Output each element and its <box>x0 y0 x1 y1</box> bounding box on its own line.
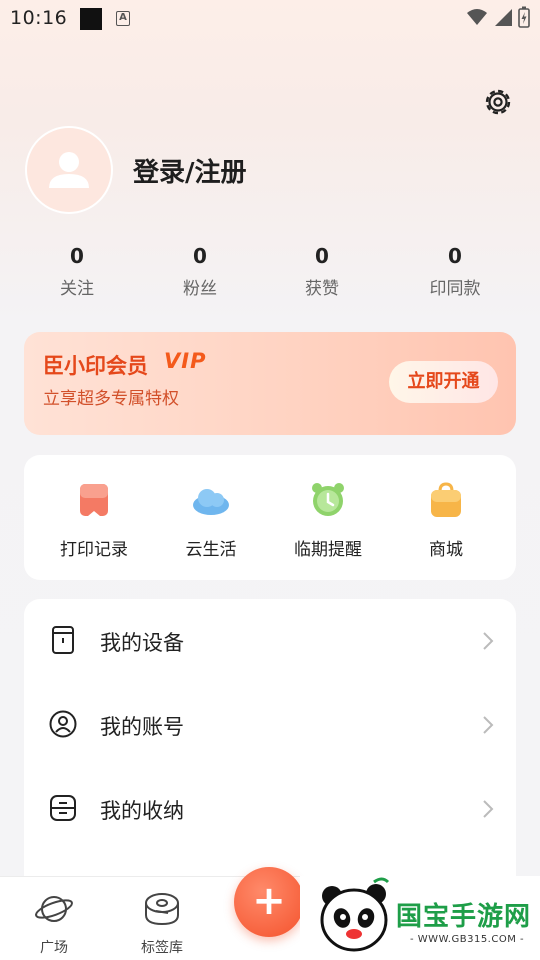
menu-item-my-storage[interactable]: 我的收纳 <box>24 767 516 851</box>
planet-icon <box>35 896 73 922</box>
create-plus-button[interactable]: + <box>234 867 304 937</box>
login-register-link[interactable]: 登录/注册 <box>133 152 247 189</box>
plus-icon: + <box>252 878 286 924</box>
settings-gear-icon[interactable] <box>482 86 514 118</box>
stat-same-prints[interactable]: 0 印同款 <box>400 244 510 299</box>
tape-icon <box>145 893 179 926</box>
device-icon <box>52 626 74 654</box>
watermark: 国宝手游网 - WWW.GB315.COM - <box>300 876 540 960</box>
storage-icon <box>50 795 76 821</box>
stat-label: 关注 <box>60 279 94 299</box>
chevron-right-icon <box>483 632 494 650</box>
quick-action-cloud-life[interactable]: 云生活 <box>156 481 266 560</box>
stat-label: 获赞 <box>305 279 339 299</box>
stat-followers[interactable]: 0 粉丝 <box>145 244 255 299</box>
battery-icon <box>518 6 530 28</box>
stat-value: 0 <box>315 244 329 268</box>
watermark-url: - WWW.GB315.COM - <box>410 934 525 945</box>
nav-plaza[interactable]: 广场 <box>9 891 99 957</box>
quick-action-mall[interactable]: 商城 <box>391 481 501 560</box>
notification-square-icon <box>80 8 102 30</box>
status-time: 10:16 <box>10 7 68 29</box>
menu-item-label: 我的设备 <box>100 631 184 655</box>
panda-logo-icon <box>320 877 390 952</box>
menu-item-my-devices[interactable]: 我的设备 <box>24 599 516 683</box>
notification-app-icon: A <box>116 11 130 26</box>
quick-action-label: 打印记录 <box>60 540 128 560</box>
avatar[interactable] <box>25 126 113 214</box>
menu-card: 我的设备 我的账号 我的收纳 <box>24 599 516 899</box>
signal-icon <box>495 9 512 26</box>
chevron-right-icon <box>483 716 494 734</box>
menu-item-label: 我的账号 <box>100 715 184 739</box>
vip-title: 臣小印会员 <box>43 354 148 378</box>
quick-actions-card: 打印记录 云生活 临期提醒 商城 <box>24 455 516 580</box>
menu-item-my-account[interactable]: 我的账号 <box>24 683 516 767</box>
vip-badge: VIP <box>164 349 207 373</box>
stat-label: 粉丝 <box>183 279 217 299</box>
wifi-icon <box>467 9 487 25</box>
stat-label: 印同款 <box>429 279 481 299</box>
quick-action-expiry-reminder[interactable]: 临期提醒 <box>273 481 383 560</box>
cloud-icon <box>193 489 229 515</box>
status-bar: 10:16 A <box>0 0 540 38</box>
vip-open-button[interactable]: 立即开通 <box>389 361 498 403</box>
nav-label: 广场 <box>40 940 68 956</box>
nav-label-library[interactable]: 标签库 <box>117 891 207 957</box>
stat-value: 0 <box>70 244 84 268</box>
status-indicators <box>466 6 530 28</box>
vip-subtitle: 立享超多专属特权 <box>43 389 179 409</box>
menu-item-label: 我的收纳 <box>100 799 184 823</box>
stat-value: 0 <box>448 244 462 268</box>
quick-action-print-record[interactable]: 打印记录 <box>39 481 149 560</box>
shopping-bag-icon <box>431 482 461 517</box>
quick-action-label: 商城 <box>429 540 463 560</box>
chevron-right-icon <box>483 800 494 818</box>
stat-value: 0 <box>193 244 207 268</box>
nav-label[interactable]: 标签库 <box>117 937 207 957</box>
user-silhouette-icon <box>49 152 89 188</box>
stat-likes[interactable]: 0 获赞 <box>267 244 377 299</box>
stat-following[interactable]: 0 关注 <box>22 244 132 299</box>
quick-action-label: 临期提醒 <box>294 540 362 560</box>
vip-banner[interactable]: 臣小印会员 VIP 立享超多专属特权 立即开通 <box>24 332 516 435</box>
print-record-icon <box>80 484 108 516</box>
watermark-text: 国宝手游网 <box>396 902 532 932</box>
quick-action-label: 云生活 <box>185 540 237 560</box>
alarm-clock-icon <box>312 483 344 516</box>
account-icon <box>49 710 77 738</box>
